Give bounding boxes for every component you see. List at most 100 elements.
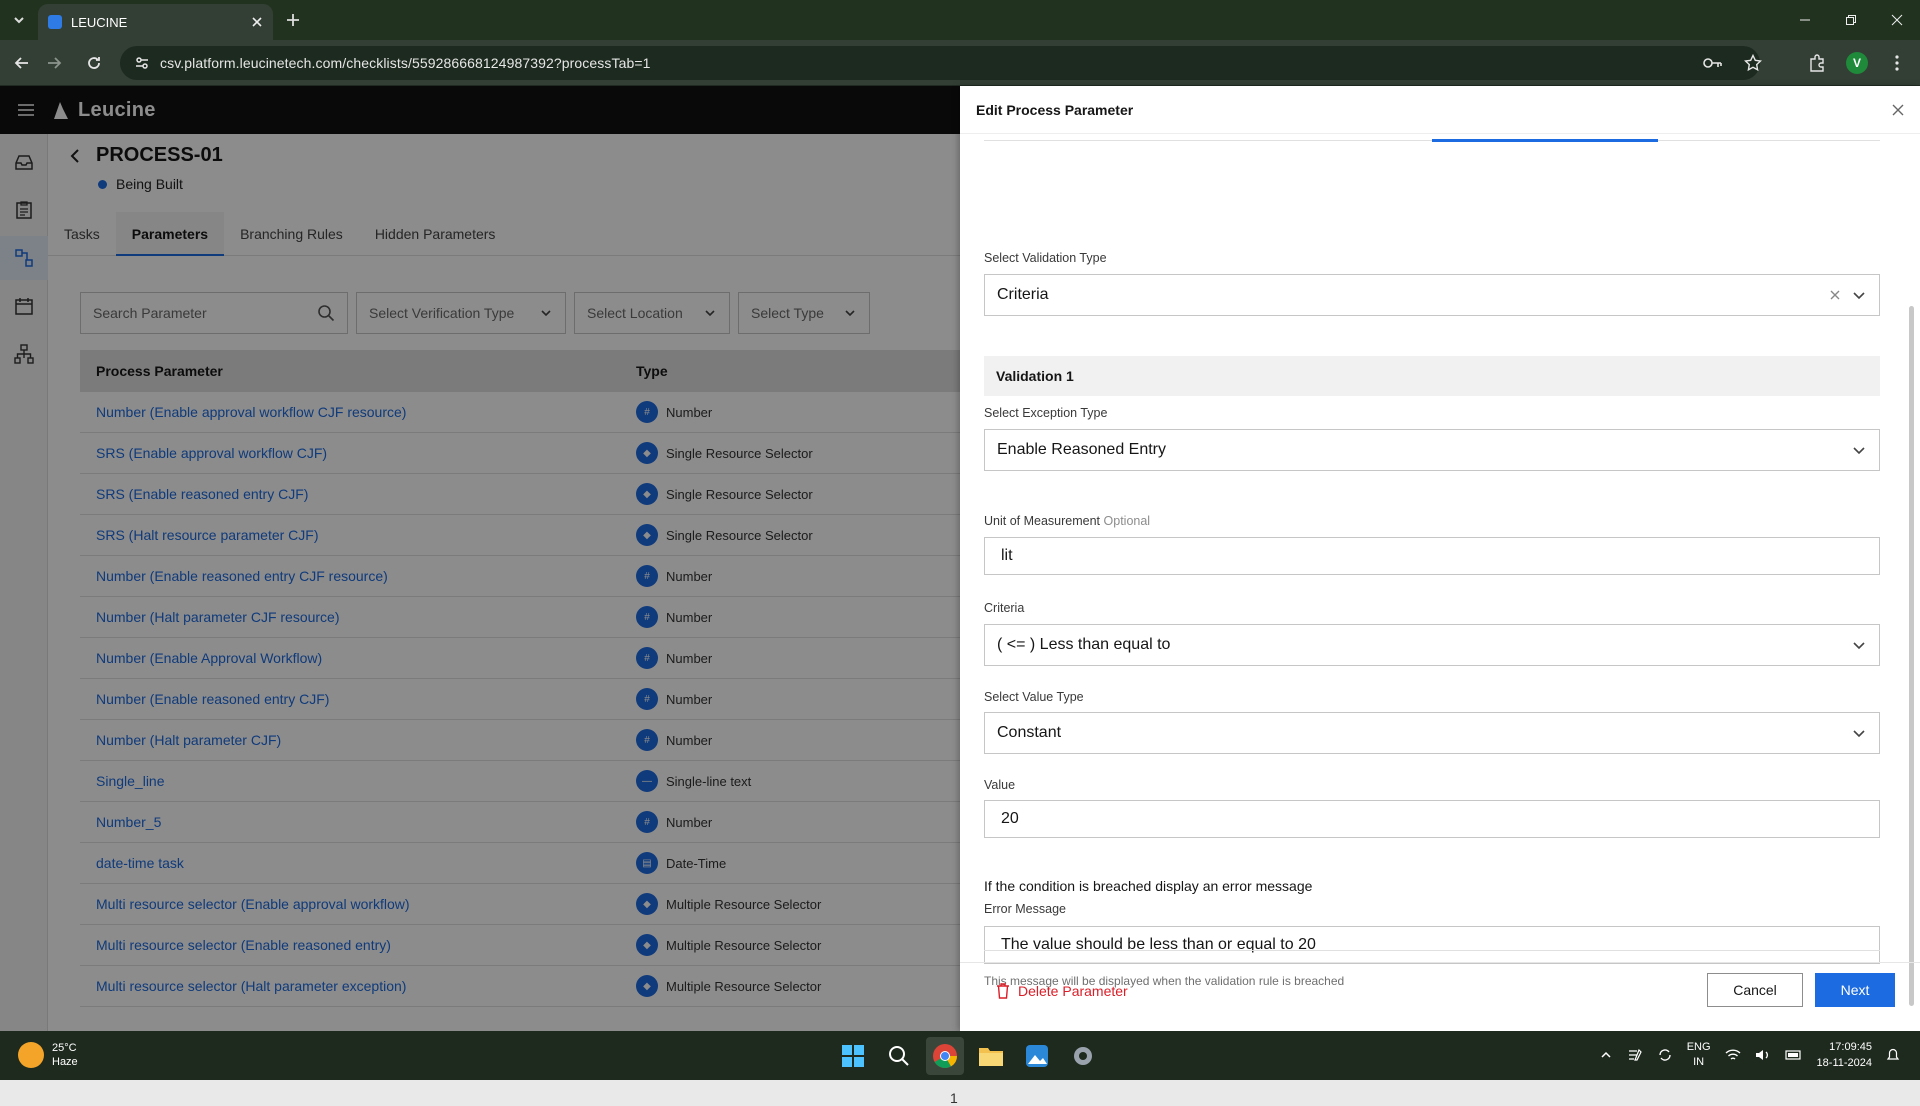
next-button[interactable]: Next: [1815, 973, 1895, 1007]
chevron-down-icon: [1853, 292, 1865, 300]
weather-sun-icon: [18, 1042, 44, 1068]
drawer-close-button[interactable]: [1890, 102, 1906, 118]
new-tab-button[interactable]: [282, 9, 306, 31]
validation-type-value: Criteria: [997, 286, 1049, 303]
volume-icon[interactable]: [1755, 1048, 1771, 1062]
tab-title: LEUCINE: [71, 14, 128, 30]
criteria-label: Criteria: [984, 601, 1025, 615]
search-icon: [889, 1046, 909, 1066]
address-bar[interactable]: csv.platform.leucinetech.com/checklists/…: [120, 46, 1760, 80]
star-icon: [1744, 54, 1762, 72]
forward-button[interactable]: [42, 51, 66, 75]
criteria-select[interactable]: ( <= ) Less than equal to: [984, 624, 1880, 666]
more-vertical-icon: [1895, 55, 1899, 71]
chevron-down-icon: [14, 17, 24, 24]
chevron-down-icon: [1853, 447, 1865, 455]
exception-type-label: Select Exception Type: [984, 406, 1108, 420]
weather-condition: Haze: [52, 1056, 78, 1068]
breach-instruction: If the condition is breached display an …: [984, 878, 1313, 894]
validation-type-select[interactable]: Criteria: [984, 274, 1880, 316]
close-window-button[interactable]: [1874, 0, 1920, 40]
browser-tab[interactable]: LEUCINE: [38, 4, 273, 40]
minimize-button[interactable]: [1782, 0, 1828, 40]
divider: [984, 950, 1880, 951]
restore-button[interactable]: [1828, 0, 1874, 40]
close-icon: [1892, 104, 1904, 116]
value-type-value: Constant: [997, 724, 1062, 741]
url-text: csv.platform.leucinetech.com/checklists/…: [160, 55, 651, 71]
photos-button[interactable]: [1018, 1037, 1056, 1075]
restore-icon: [1846, 15, 1856, 25]
temperature: 25°C: [52, 1042, 77, 1054]
exception-type-select[interactable]: Enable Reasoned Entry: [984, 429, 1880, 471]
clock[interactable]: 17:09:45 18-11-2024: [1817, 1039, 1872, 1071]
pen-menu-icon[interactable]: [1627, 1047, 1643, 1063]
chevron-up-icon[interactable]: [1599, 1048, 1613, 1062]
bookmark-button[interactable]: [1740, 49, 1766, 77]
date: 18-11-2024: [1816, 1057, 1872, 1069]
windows-logo-icon: [842, 1045, 864, 1067]
pagination-page[interactable]: 1: [950, 1090, 958, 1106]
uom-label-text: Unit of Measurement: [984, 514, 1101, 528]
browser-tab-strip: LEUCINE: [0, 0, 1920, 40]
browser-menu-button[interactable]: [1884, 49, 1910, 77]
validation-section-header: Validation 1: [984, 356, 1880, 396]
drawer-body: Select Validation Type Criteria Validati…: [984, 134, 1880, 988]
minimize-icon: [1800, 19, 1810, 21]
key-icon: [1703, 58, 1722, 68]
extensions-button[interactable]: [1804, 49, 1830, 77]
sync-icon[interactable]: [1657, 1047, 1673, 1063]
chevron-down-icon: [1853, 730, 1865, 738]
os-taskbar: 25°C Haze ENG IN 17:09:45 18-11-2024: [0, 1031, 1920, 1080]
chrome-taskbar-button[interactable]: [926, 1037, 964, 1075]
reload-icon: [88, 57, 100, 69]
search-taskbar-button[interactable]: [880, 1037, 918, 1075]
site-info-icon[interactable]: [134, 55, 150, 71]
time: 17:09:45: [1829, 1041, 1872, 1053]
arrow-left-icon: [14, 57, 28, 69]
taskbar-apps: [834, 1037, 1102, 1075]
settings-button[interactable]: [1064, 1037, 1102, 1075]
gear-icon: [1074, 1047, 1092, 1065]
value-type-select[interactable]: Constant: [984, 712, 1880, 754]
plus-icon: [287, 14, 299, 26]
profile-avatar: V: [1846, 52, 1868, 74]
weather-widget[interactable]: 25°C Haze: [18, 1041, 78, 1069]
error-message-label: Error Message: [984, 902, 1066, 916]
validation-type-label: Select Validation Type: [984, 251, 1107, 265]
modal-overlay[interactable]: [0, 86, 960, 1031]
notification-bell-icon[interactable]: [1886, 1047, 1900, 1063]
drawer-scrollbar[interactable]: [1909, 306, 1914, 1006]
language-code: ENG: [1686, 1041, 1711, 1053]
delete-parameter-button[interactable]: Delete Parameter: [996, 983, 1128, 999]
browser-toolbar: csv.platform.leucinetech.com/checklists/…: [0, 40, 1920, 86]
start-button[interactable]: [834, 1037, 872, 1075]
delete-parameter-label: Delete Parameter: [1018, 983, 1128, 999]
uom-input[interactable]: lit: [984, 537, 1880, 575]
error-message-input[interactable]: The value should be less than or equal t…: [984, 926, 1880, 964]
file-explorer-button[interactable]: [972, 1037, 1010, 1075]
value-label: Value: [984, 778, 1016, 792]
uom-label: Unit of Measurement Optional: [984, 514, 1150, 528]
drawer-footer: Delete Parameter Cancel Next: [960, 962, 1920, 1031]
battery-icon[interactable]: [1784, 1049, 1803, 1061]
wifi-icon[interactable]: [1725, 1048, 1741, 1062]
puzzle-icon: [1810, 54, 1824, 72]
cancel-button[interactable]: Cancel: [1707, 973, 1803, 1007]
back-button[interactable]: [10, 51, 34, 75]
profile-button[interactable]: V: [1844, 49, 1870, 77]
region-code: IN: [1693, 1056, 1705, 1068]
close-tab-icon[interactable]: [251, 16, 263, 28]
password-key-button[interactable]: [1700, 49, 1726, 77]
close-icon: [1891, 14, 1903, 26]
tab-search-button[interactable]: [8, 9, 30, 31]
folder-icon: [979, 1048, 1003, 1066]
edit-parameter-drawer: Edit Process Parameter Select Validation…: [960, 86, 1920, 1031]
value-type-label: Select Value Type: [984, 690, 1084, 704]
value-input[interactable]: 20: [984, 800, 1880, 838]
clear-icon[interactable]: [1829, 289, 1841, 301]
active-section-indicator: [1432, 139, 1658, 142]
reload-button[interactable]: [82, 51, 106, 75]
language-indicator[interactable]: ENG IN: [1687, 1040, 1711, 1070]
criteria-value: ( <= ) Less than equal to: [997, 636, 1171, 653]
